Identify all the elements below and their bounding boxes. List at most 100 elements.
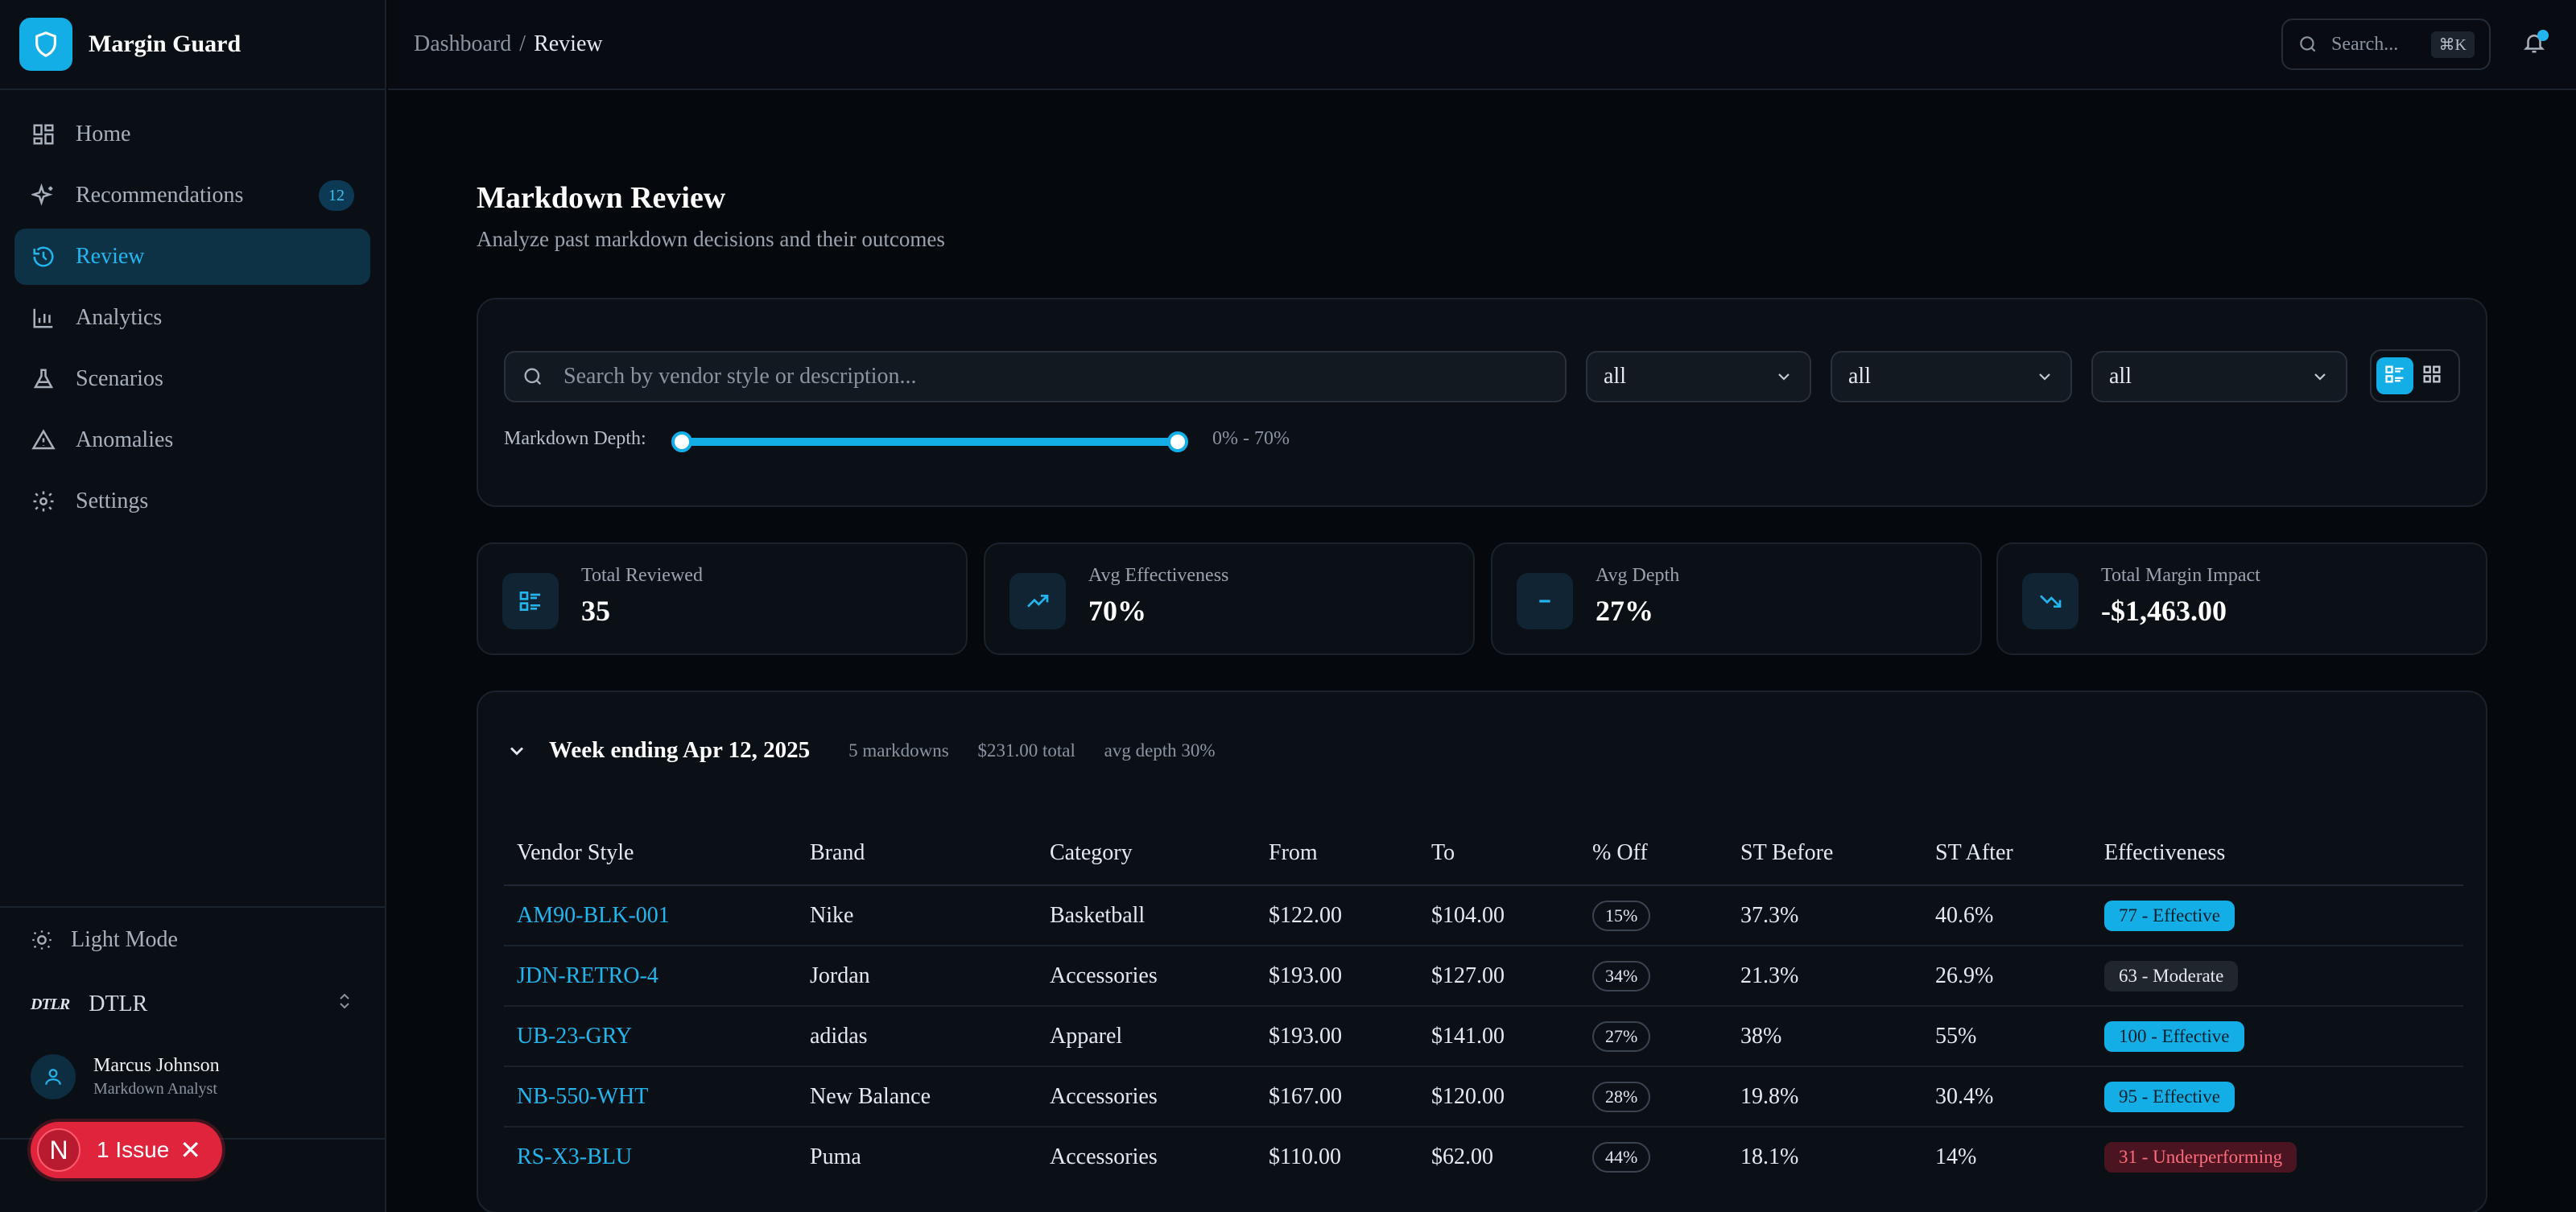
st-before-cell: 19.8% <box>1728 1066 1922 1127</box>
filter-select-3[interactable]: all <box>2091 351 2347 402</box>
percent-off-badge: 34% <box>1592 960 1651 991</box>
chevron-down-icon[interactable] <box>506 740 528 762</box>
from-price-cell: $193.00 <box>1256 1006 1418 1067</box>
percent-off-cell: 34% <box>1579 946 1728 1007</box>
column-header[interactable]: From <box>1256 821 1418 886</box>
chevron-down-icon <box>2310 367 2330 386</box>
category-cell: Accessories <box>1037 1066 1256 1127</box>
effectiveness-cell: 77 - Effective <box>2091 885 2463 946</box>
st-before-cell: 18.1% <box>1740 1144 1799 1169</box>
search-field[interactable] <box>504 351 1567 402</box>
nav-label: Review <box>76 244 145 269</box>
from-price-cell: $167.00 <box>1256 1066 1418 1127</box>
week-group-header[interactable]: Week ending Apr 12, 2025 5 markdowns $23… <box>506 737 1240 764</box>
breadcrumb-current: Review <box>534 31 603 56</box>
org-switcher[interactable]: DTLR DTLR <box>0 972 385 1037</box>
column-header[interactable]: Brand <box>797 821 1037 886</box>
vendor-style-link[interactable]: NB-550-WHT <box>517 1084 648 1109</box>
effectiveness-badge: 77 - Effective <box>2104 900 2235 931</box>
breadcrumb-separator: / <box>519 31 526 56</box>
grid-view-button[interactable] <box>2413 357 2450 394</box>
percent-off-cell: 27% <box>1579 1006 1728 1067</box>
breadcrumb-parent[interactable]: Dashboard <box>414 31 511 56</box>
stat-label: Total Margin Impact <box>2101 565 2260 586</box>
depth-slider-max-handle[interactable] <box>1167 431 1188 452</box>
week-title: Week ending Apr 12, 2025 <box>549 737 811 763</box>
st-before-cell: 21.3% <box>1728 946 1922 1007</box>
table-row[interactable]: NB-550-WHT New Balance Accessories $167.00 $… <box>504 1066 2463 1127</box>
issues-indicator[interactable]: N 1 Issue ✕ <box>31 1122 222 1178</box>
brand-cell: New Balance <box>797 1066 1037 1127</box>
table-row[interactable]: RS-X3-BLU Puma Accessories $110.00 $62.00 44%… <box>504 1127 2463 1187</box>
stat-card-avg-effectiveness: Avg Effectiveness 70% <box>984 542 1475 655</box>
user-role: Markdown Analyst <box>93 1080 217 1098</box>
percent-off-badge: 27% <box>1592 1020 1651 1052</box>
theme-toggle[interactable]: Light Mode <box>0 908 385 972</box>
depth-slider-min-handle[interactable] <box>671 431 692 452</box>
home-grid-icon <box>31 122 56 147</box>
category-cell: Apparel <box>1037 1006 1256 1067</box>
view-toggle <box>2370 349 2460 402</box>
stats-row: Total Reviewed 35 Avg Effectiveness 70% … <box>477 542 2487 655</box>
st-before-cell: 37.3% <box>1728 885 1922 946</box>
nav-item-settings[interactable]: Settings <box>14 473 370 530</box>
column-header[interactable]: Category <box>1037 821 1256 886</box>
table-row[interactable]: JDN-RETRO-4 Jordan Accessories $193.00 $127.… <box>504 946 2463 1007</box>
effectiveness-badge: 100 - Effective <box>2104 1020 2244 1052</box>
close-icon[interactable]: ✕ <box>180 1135 201 1165</box>
column-header[interactable]: % Off <box>1579 821 1728 886</box>
vendor-style-link[interactable]: JDN-RETRO-4 <box>517 963 658 988</box>
list-view-button[interactable] <box>2376 357 2413 394</box>
week-meta: 5 markdowns $231.00 total avg depth 30% <box>848 740 1239 761</box>
table-row[interactable]: UB-23-GRY adidas Apparel $193.00 $141.00 27% 3… <box>504 1006 2463 1067</box>
stat-label: Total Reviewed <box>581 565 703 586</box>
nav-item-review[interactable]: Review <box>14 229 370 285</box>
effectiveness-badge: 31 - Underperforming <box>2104 1142 2297 1173</box>
week-markdown-count: 5 markdowns <box>848 740 949 761</box>
chevron-down-icon <box>2035 367 2054 386</box>
to-price-cell: $141.00 <box>1418 1006 1579 1067</box>
nav-item-analytics[interactable]: Analytics <box>14 290 370 346</box>
column-header[interactable]: Effectiveness <box>2091 821 2463 886</box>
column-header[interactable]: Vendor Style <box>504 821 797 886</box>
depth-slider-track[interactable] <box>679 438 1179 446</box>
column-header[interactable]: ST After <box>1922 821 2091 886</box>
main-nav: Home Recommendations 12 Review Analytics… <box>0 90 385 550</box>
stat-card-total-reviewed: Total Reviewed 35 <box>477 542 968 655</box>
nav-item-anomalies[interactable]: Anomalies <box>14 412 370 468</box>
filter-select-2[interactable]: all <box>1831 351 2072 402</box>
depth-label: Markdown Depth: <box>504 428 646 449</box>
search-input[interactable] <box>564 364 1530 390</box>
category-cell: Accessories <box>1037 946 1256 1007</box>
vendor-style-cell: AM90-BLK-001 <box>504 885 797 946</box>
issue-count: 1 Issue <box>97 1137 170 1162</box>
vendor-style-cell: RS-X3-BLU <box>504 1127 797 1187</box>
sparkles-icon <box>31 183 56 208</box>
global-search[interactable]: Search... ⌘K <box>2281 19 2491 70</box>
st-after-cell: 30.4% <box>1922 1066 2091 1127</box>
notifications-button[interactable] <box>2518 28 2550 60</box>
chevron-up-down-icon <box>335 990 354 1019</box>
vendor-style-cell: UB-23-GRY <box>504 1006 797 1067</box>
percent-off-cell: 44% <box>1579 1127 1728 1187</box>
to-price-cell: $62.00 <box>1431 1144 1493 1169</box>
table-row[interactable]: AM90-BLK-001 Nike Basketball $122.00 $104.00… <box>504 885 2463 946</box>
filter-select-1[interactable]: all <box>1586 351 1811 402</box>
effectiveness-cell: 63 - Moderate <box>2091 946 2463 1007</box>
column-header[interactable]: To <box>1418 821 1579 886</box>
nav-item-scenarios[interactable]: Scenarios <box>14 351 370 407</box>
chevron-down-icon <box>1774 367 1794 386</box>
vendor-style-link[interactable]: AM90-BLK-001 <box>517 903 670 928</box>
vendor-style-link[interactable]: UB-23-GRY <box>517 1024 632 1049</box>
column-header[interactable]: ST Before <box>1728 821 1922 886</box>
brand[interactable]: Margin Guard <box>0 0 385 90</box>
trending-down-icon <box>2022 573 2079 629</box>
org-name: DTLR <box>89 991 148 1016</box>
nav-item-home[interactable]: Home <box>14 106 370 163</box>
stat-card-total-margin-impact: Total Margin Impact -$1,463.00 <box>1996 542 2487 655</box>
theme-toggle-label: Light Mode <box>71 927 178 952</box>
user-profile[interactable]: Marcus Johnson Markdown Analyst <box>0 1037 385 1117</box>
nav-item-recommendations[interactable]: Recommendations 12 <box>14 167 370 224</box>
breadcrumb: Dashboard / Review <box>414 31 603 57</box>
vendor-style-link[interactable]: RS-X3-BLU <box>517 1144 632 1169</box>
